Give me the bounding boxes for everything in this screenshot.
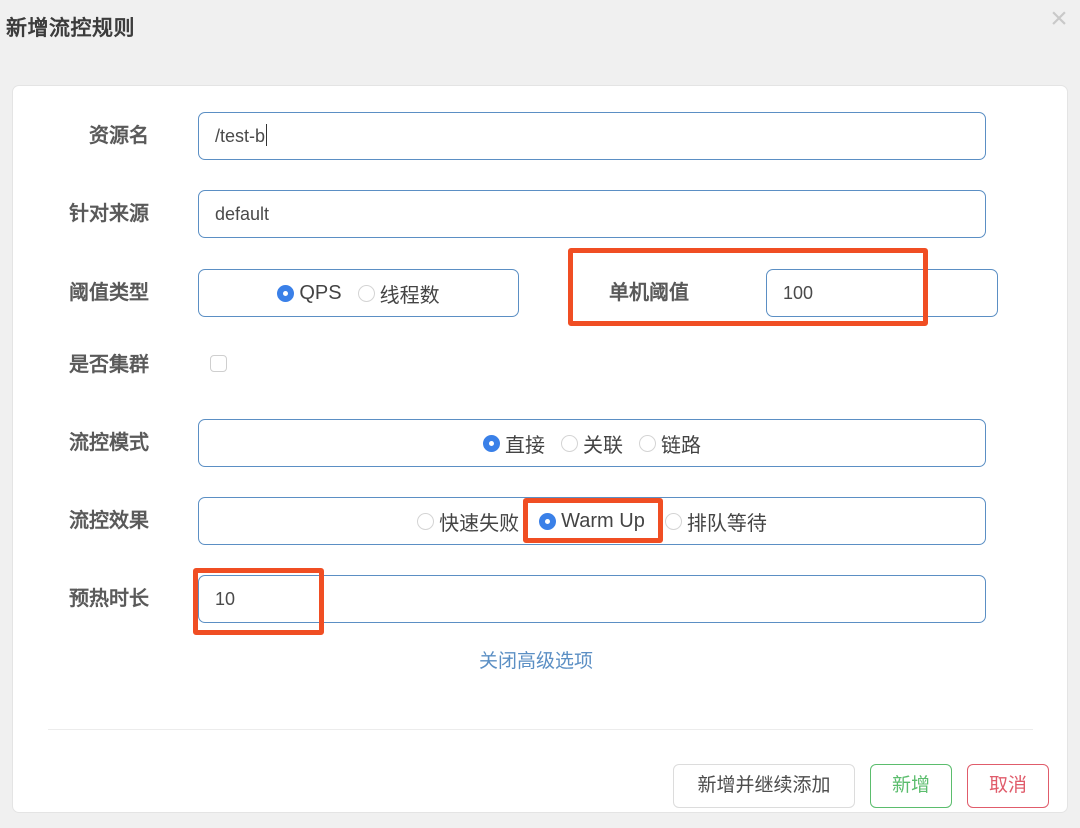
radio-fail-fast-label: 快速失败 — [439, 507, 519, 536]
form-card: 资源名 /test-b 针对来源 default 阈值类型 QPS — [12, 85, 1068, 813]
resource-input[interactable]: /test-b — [198, 112, 986, 160]
radio-qps[interactable]: QPS — [277, 282, 341, 305]
radio-dot-icon — [539, 513, 556, 530]
footer-divider — [48, 729, 1033, 730]
threshold-type-pill: QPS 线程数 — [198, 269, 519, 317]
resource-field-wrap: /test-b — [198, 112, 986, 160]
single-threshold-value: 100 — [783, 283, 813, 303]
radio-dot-icon — [277, 285, 294, 302]
radio-thread-count-label: 线程数 — [380, 279, 440, 308]
add-and-continue-button[interactable]: 新增并继续添加 — [673, 764, 855, 808]
radio-dot-icon — [639, 435, 656, 452]
origin-input-value: default — [215, 204, 269, 224]
cluster-field-wrap — [210, 355, 227, 372]
radio-associated-label: 关联 — [583, 429, 623, 458]
cluster-checkbox[interactable] — [210, 355, 227, 372]
origin-field-wrap: default — [198, 190, 986, 238]
form-row-threshold: 阈值类型 QPS 线程数 单机阈值 100 — [13, 269, 1067, 317]
warmup-field-wrap: 10 — [198, 575, 986, 623]
radio-chain-label: 链路 — [661, 429, 701, 458]
radio-chain[interactable]: 链路 — [639, 429, 701, 458]
radio-dot-icon — [483, 435, 500, 452]
warmup-input-value: 10 — [215, 589, 235, 609]
radio-queue-wait-label: 排队等待 — [687, 507, 767, 536]
radio-warm-up-label: Warm Up — [561, 510, 645, 533]
toggle-advanced-options-link[interactable]: 关闭高级选项 — [479, 646, 593, 673]
close-icon[interactable]: × — [1042, 2, 1076, 36]
radio-dot-icon — [358, 285, 375, 302]
form-row-flow-effect: 流控效果 快速失败 Warm Up 排队等待 — [13, 497, 1067, 545]
form-row-cluster: 是否集群 — [13, 341, 1067, 389]
radio-dot-icon — [417, 513, 434, 530]
flow-mode-radio-group[interactable]: 直接 关联 链路 — [198, 419, 986, 467]
cancel-button[interactable]: 取消 — [967, 764, 1049, 808]
radio-qps-label: QPS — [299, 282, 341, 305]
threshold-type-label: 阈值类型 — [13, 269, 149, 317]
flow-mode-label: 流控模式 — [13, 419, 149, 467]
flow-effect-pill: 快速失败 Warm Up 排队等待 — [198, 497, 986, 545]
single-threshold-input[interactable]: 100 — [766, 269, 998, 317]
radio-direct[interactable]: 直接 — [483, 429, 545, 458]
radio-fail-fast[interactable]: 快速失败 — [417, 507, 519, 536]
form-row-warmup: 预热时长 10 — [13, 575, 1067, 623]
radio-thread-count[interactable]: 线程数 — [358, 279, 440, 308]
flow-mode-pill: 直接 关联 链路 — [198, 419, 986, 467]
text-cursor — [266, 124, 267, 146]
add-button[interactable]: 新增 — [870, 764, 952, 808]
flow-effect-label: 流控效果 — [13, 497, 149, 545]
radio-queue-wait[interactable]: 排队等待 — [665, 507, 767, 536]
warmup-input[interactable]: 10 — [198, 575, 986, 623]
resource-input-value: /test-b — [215, 126, 265, 146]
single-threshold-inline-label-wrap: 单机阈值 — [609, 269, 689, 317]
single-threshold-label: 单机阈值 — [609, 282, 689, 304]
cluster-label: 是否集群 — [13, 341, 149, 389]
form-row-origin: 针对来源 default — [13, 190, 1067, 238]
radio-dot-icon — [665, 513, 682, 530]
form-row-flow-mode: 流控模式 直接 关联 链路 — [13, 419, 1067, 467]
origin-input[interactable]: default — [198, 190, 986, 238]
radio-dot-icon — [561, 435, 578, 452]
single-threshold-field-wrap: 100 — [766, 269, 998, 317]
dialog-title: 新增流控规则 — [6, 12, 135, 42]
radio-warm-up[interactable]: Warm Up — [539, 510, 645, 533]
threshold-type-radio-group[interactable]: QPS 线程数 — [198, 269, 519, 317]
flow-effect-radio-group[interactable]: 快速失败 Warm Up 排队等待 — [198, 497, 986, 545]
warmup-label: 预热时长 — [13, 575, 149, 623]
form-row-resource: 资源名 /test-b — [13, 112, 1067, 160]
radio-associated[interactable]: 关联 — [561, 429, 623, 458]
origin-label: 针对来源 — [13, 190, 149, 238]
resource-label: 资源名 — [13, 112, 149, 160]
radio-direct-label: 直接 — [505, 429, 545, 458]
